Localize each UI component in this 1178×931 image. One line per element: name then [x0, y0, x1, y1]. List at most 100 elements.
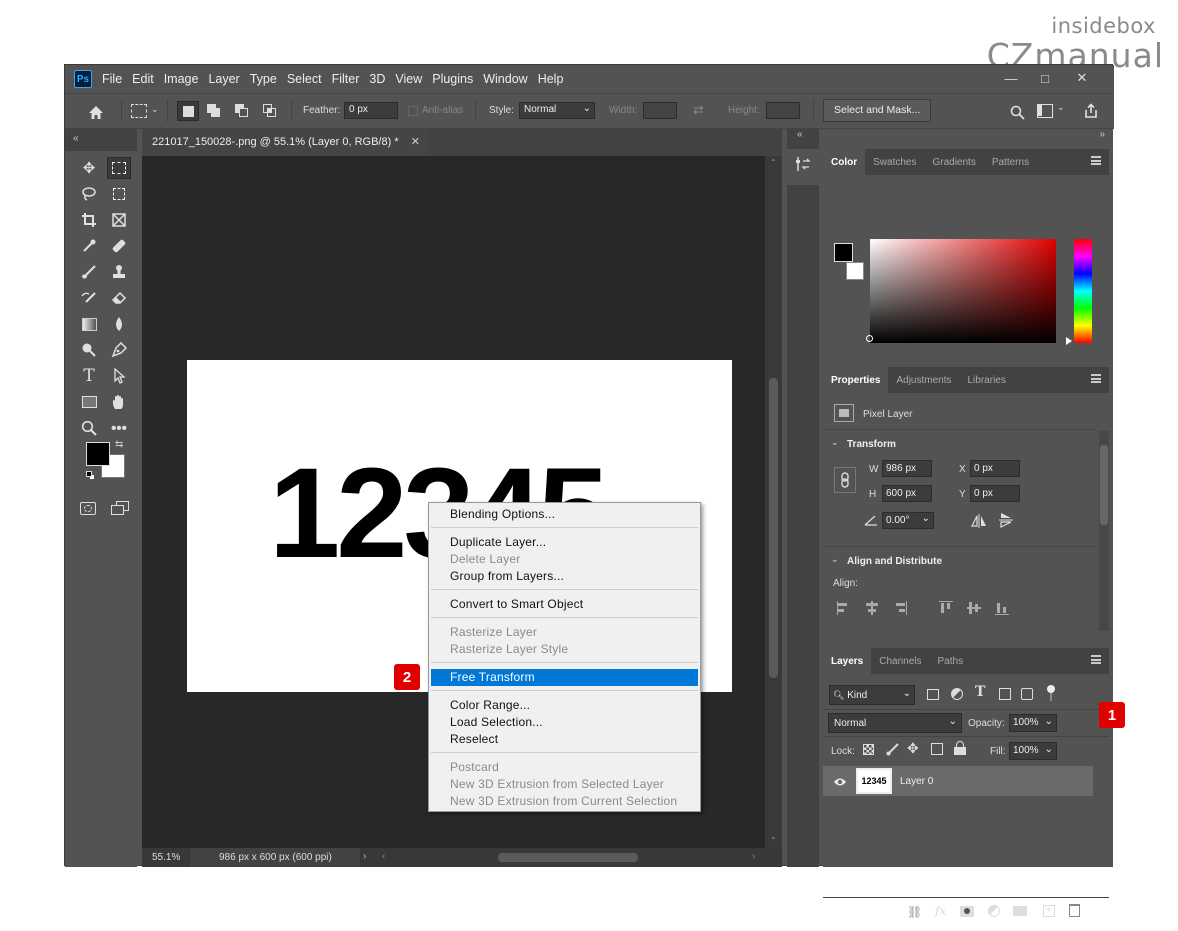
- status-chevron-icon[interactable]: ›: [363, 851, 366, 862]
- chevron-down-icon[interactable]: ⌄: [831, 437, 839, 448]
- tab-layers[interactable]: Layers: [823, 648, 872, 674]
- workspace-icon[interactable]: [1037, 104, 1053, 118]
- move-tool-icon[interactable]: ✥: [77, 157, 101, 179]
- tab-patterns[interactable]: Patterns: [984, 149, 1037, 175]
- eyedropper-tool-icon[interactable]: [77, 235, 101, 257]
- delete-layer-icon[interactable]: [1069, 904, 1080, 917]
- horizontal-scroll-thumb[interactable]: [498, 853, 638, 862]
- add-mask-icon[interactable]: [960, 906, 974, 917]
- lock-transparent-icon[interactable]: [863, 744, 874, 755]
- eye-icon[interactable]: [833, 775, 847, 787]
- rectangle-tool-icon[interactable]: [77, 391, 101, 413]
- menu-layer[interactable]: Layer: [208, 72, 239, 86]
- lasso-tool-icon[interactable]: [77, 183, 101, 205]
- menu-image[interactable]: Image: [164, 72, 199, 86]
- close-button[interactable]: ✕: [1062, 67, 1102, 89]
- align-vertical-center-icon[interactable]: [967, 601, 981, 615]
- subtract-selection-button[interactable]: [235, 104, 249, 118]
- swap-colors-icon[interactable]: ⇆: [115, 439, 123, 450]
- default-colors-icon[interactable]: [86, 471, 95, 480]
- chevron-down-icon[interactable]: ⌄: [151, 104, 159, 115]
- width-field[interactable]: 986 px: [882, 460, 932, 477]
- swap-arrows-icon[interactable]: ⇄: [693, 102, 704, 118]
- vertical-scrollbar[interactable]: ⌃ ⌄: [765, 156, 782, 848]
- tab-adjustments[interactable]: Adjustments: [888, 367, 959, 393]
- lock-image-icon[interactable]: [886, 742, 900, 756]
- color-picker-marker[interactable]: [866, 335, 873, 342]
- menu-item-reselect[interactable]: Reselect: [431, 731, 698, 748]
- link-layers-icon[interactable]: ⛓: [907, 905, 922, 919]
- double-chevron-right-icon[interactable]: »: [1099, 129, 1105, 140]
- menu-item-group-from-layers[interactable]: Group from Layers...: [431, 568, 698, 585]
- layer-name[interactable]: Layer 0: [900, 776, 933, 787]
- chevron-down-icon[interactable]: ⌄: [1057, 102, 1065, 113]
- lock-artboard-icon[interactable]: [931, 743, 943, 755]
- tab-libraries[interactable]: Libraries: [960, 367, 1014, 393]
- opacity-field[interactable]: 100% ⌄: [1009, 714, 1057, 732]
- hue-slider[interactable]: [1074, 239, 1092, 343]
- tab-gradients[interactable]: Gradients: [924, 149, 983, 175]
- menu-file[interactable]: File: [102, 72, 122, 86]
- marquee-tool-preset-icon[interactable]: [131, 104, 147, 118]
- style-select[interactable]: Normal ⌄: [519, 102, 595, 119]
- brush-tool-icon[interactable]: [77, 261, 101, 283]
- x-field[interactable]: 0 px: [970, 460, 1020, 477]
- fill-field[interactable]: 100% ⌄: [1009, 742, 1057, 760]
- menu-item-3d-extrusion-layer[interactable]: New 3D Extrusion from Selected Layer: [431, 776, 698, 793]
- width-input[interactable]: [643, 102, 677, 119]
- filter-pixel-icon[interactable]: [927, 689, 939, 700]
- menu-item-load-selection[interactable]: Load Selection...: [431, 714, 698, 731]
- search-icon[interactable]: [1007, 102, 1027, 122]
- home-icon[interactable]: [85, 102, 107, 122]
- menu-item-convert-smart-object[interactable]: Convert to Smart Object: [431, 596, 698, 613]
- filter-type-icon[interactable]: T: [975, 684, 985, 700]
- menu-type[interactable]: Type: [250, 72, 277, 86]
- stamp-tool-icon[interactable]: [107, 261, 131, 283]
- blur-tool-icon[interactable]: [107, 313, 131, 335]
- crop-tool-icon[interactable]: [77, 209, 101, 231]
- tab-color[interactable]: Color: [823, 149, 866, 175]
- height-field[interactable]: 600 px: [882, 485, 932, 502]
- color-picker-field[interactable]: [870, 239, 1056, 343]
- document-tab[interactable]: 221017_150028-.png @ 55.1% (Layer 0, RGB…: [142, 129, 428, 156]
- scroll-left-icon[interactable]: ‹: [382, 851, 385, 862]
- tab-channels[interactable]: Channels: [871, 648, 929, 674]
- screen-mode-icon[interactable]: [111, 501, 129, 515]
- menu-item-rasterize-layer-style[interactable]: Rasterize Layer Style: [431, 641, 698, 658]
- pen-tool-icon[interactable]: [107, 339, 131, 361]
- dodge-tool-icon[interactable]: [77, 339, 101, 361]
- layer-style-fx-icon[interactable]: fx: [935, 904, 946, 918]
- menu-item-postcard[interactable]: Postcard: [431, 759, 698, 776]
- new-selection-button[interactable]: [177, 101, 199, 121]
- y-field[interactable]: 0 px: [970, 485, 1020, 502]
- menu-3d[interactable]: 3D: [369, 72, 385, 86]
- scroll-right-icon[interactable]: ›: [752, 851, 755, 862]
- more-tools-icon[interactable]: •••: [107, 417, 131, 439]
- share-icon[interactable]: [1081, 101, 1101, 121]
- menu-window[interactable]: Window: [483, 72, 527, 86]
- hand-tool-icon[interactable]: [107, 391, 131, 413]
- menu-edit[interactable]: Edit: [132, 72, 154, 86]
- menu-filter[interactable]: Filter: [332, 72, 360, 86]
- menu-item-duplicate-layer[interactable]: Duplicate Layer...: [431, 534, 698, 551]
- flip-vertical-icon[interactable]: [999, 512, 1013, 528]
- menu-item-rasterize-layer[interactable]: Rasterize Layer: [431, 624, 698, 641]
- marquee-tool-icon[interactable]: [107, 157, 131, 179]
- scroll-down-icon[interactable]: ⌄: [770, 832, 777, 841]
- align-left-icon[interactable]: [837, 601, 851, 615]
- scroll-thumb[interactable]: [769, 378, 778, 678]
- menu-help[interactable]: Help: [538, 72, 564, 86]
- eraser-tool-icon[interactable]: [107, 287, 131, 309]
- double-chevron-left-icon[interactable]: «: [797, 129, 803, 140]
- antialias-checkbox[interactable]: [408, 106, 418, 116]
- zoom-tool-icon[interactable]: [77, 417, 101, 439]
- lock-position-icon[interactable]: ✥: [907, 740, 919, 757]
- filter-smart-object-icon[interactable]: [1021, 688, 1033, 700]
- minimize-button[interactable]: —: [994, 67, 1028, 89]
- history-brush-tool-icon[interactable]: [77, 287, 101, 309]
- panel-menu-icon[interactable]: [1091, 156, 1101, 165]
- blend-mode-select[interactable]: Normal ⌄: [828, 713, 962, 733]
- panel-menu-icon[interactable]: [1091, 655, 1101, 664]
- menu-item-3d-extrusion-selection[interactable]: New 3D Extrusion from Current Selection: [431, 793, 698, 810]
- menu-item-delete-layer[interactable]: Delete Layer: [431, 551, 698, 568]
